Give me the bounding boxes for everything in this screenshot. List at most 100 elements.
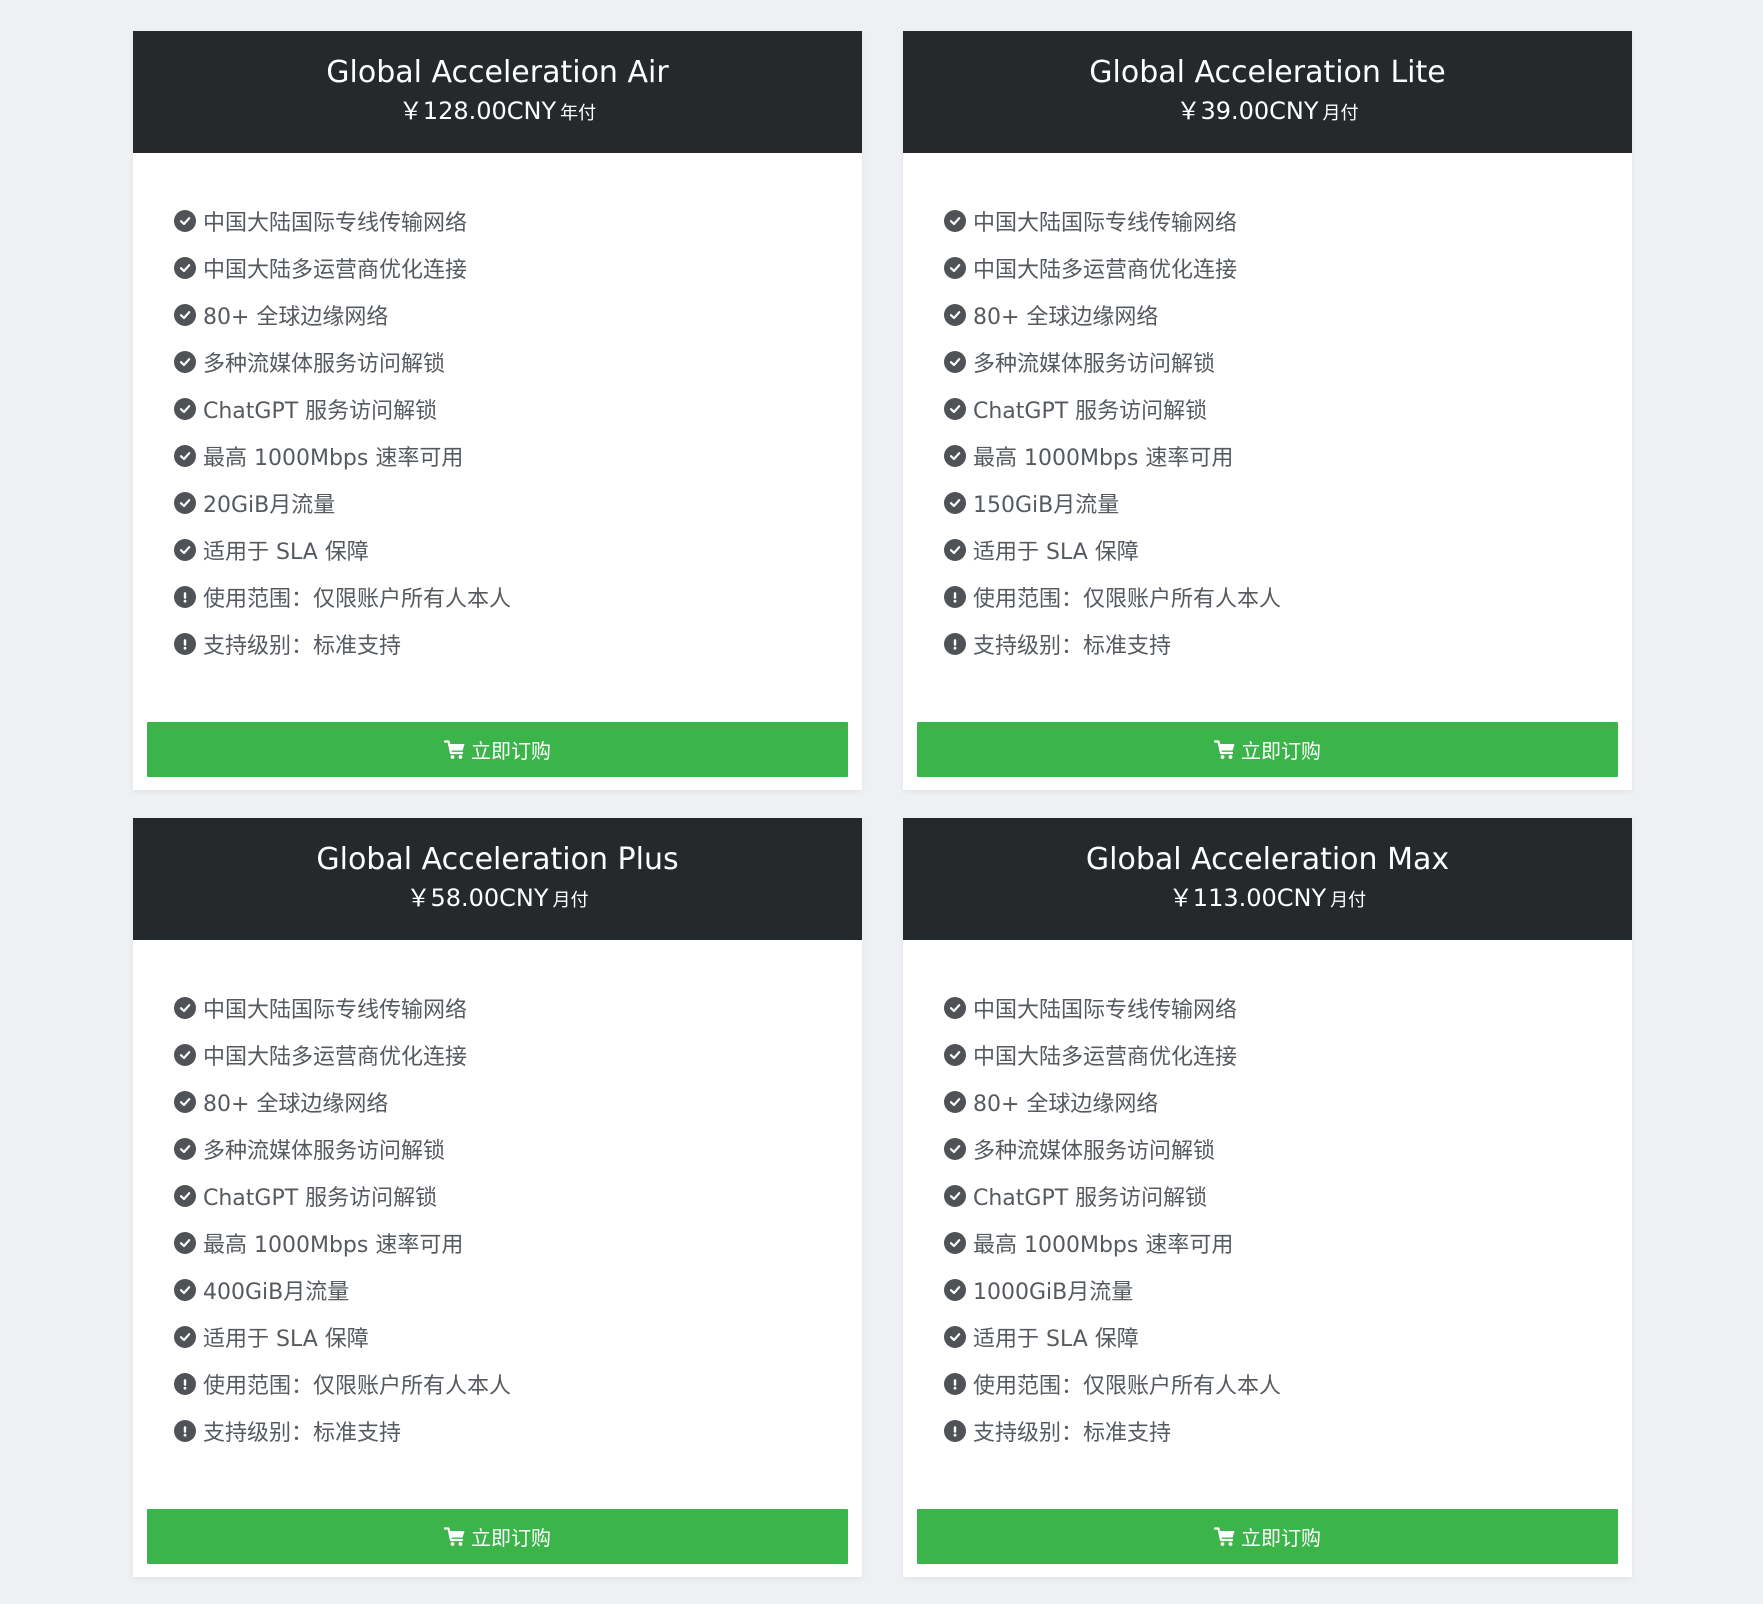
feature-item: ChatGPT 服务访问解锁 — [944, 1172, 1632, 1219]
order-button-label: 立即订购 — [1241, 739, 1321, 763]
order-button-label: 立即订购 — [1241, 1526, 1321, 1550]
feature-item: 中国大陆国际专线传输网络 — [174, 197, 862, 244]
feature-item: 使用范围：仅限账户所有人本人 — [944, 1360, 1632, 1407]
plan-name: Global Acceleration Plus — [316, 842, 679, 877]
check-circle-icon — [944, 1278, 966, 1301]
feature-text: 80+ 全球边缘网络 — [973, 1091, 1159, 1117]
feature-text: 使用范围：仅限账户所有人本人 — [203, 1373, 512, 1399]
check-circle-icon — [174, 1137, 196, 1160]
feature-text: 最高 1000Mbps 速率可用 — [973, 445, 1234, 471]
feature-item: 支持级别：标准支持 — [944, 620, 1632, 667]
billing-cycle: 月付 — [1330, 890, 1367, 911]
price-amount: ￥113.00CNY — [1168, 884, 1327, 912]
exclamation-circle-icon — [944, 632, 966, 655]
feature-item: 多种流媒体服务访问解锁 — [174, 1125, 862, 1172]
feature-text: 80+ 全球边缘网络 — [973, 304, 1159, 330]
feature-item: 使用范围：仅限账户所有人本人 — [174, 1360, 862, 1407]
feature-text: 支持级别：标准支持 — [203, 1420, 402, 1446]
feature-text: ChatGPT 服务访问解锁 — [973, 1185, 1208, 1211]
plan-name: Global Acceleration Lite — [1089, 55, 1446, 90]
feature-item: 中国大陆国际专线传输网络 — [174, 984, 862, 1031]
feature-item: 适用于 SLA 保障 — [174, 1313, 862, 1360]
feature-text: ChatGPT 服务访问解锁 — [203, 398, 438, 424]
feature-item: 使用范围：仅限账户所有人本人 — [944, 573, 1632, 620]
billing-cycle: 月付 — [1322, 103, 1359, 124]
feature-text: 适用于 SLA 保障 — [203, 1326, 369, 1352]
exclamation-circle-icon — [944, 1372, 966, 1395]
feature-item: 多种流媒体服务访问解锁 — [174, 338, 862, 385]
feature-text: 多种流媒体服务访问解锁 — [973, 351, 1216, 377]
check-circle-icon — [174, 1043, 196, 1066]
feature-text: 最高 1000Mbps 速率可用 — [973, 1232, 1234, 1258]
check-circle-icon — [944, 1043, 966, 1066]
feature-text: 中国大陆多运营商优化连接 — [203, 257, 468, 283]
plan-name: Global Acceleration Max — [1085, 842, 1450, 877]
check-circle-icon — [174, 1231, 196, 1254]
feature-item: 支持级别：标准支持 — [174, 1407, 862, 1454]
price-amount: ￥39.00CNY — [1176, 97, 1319, 125]
check-circle-icon — [944, 996, 966, 1019]
order-now-button[interactable]: 立即订购 — [147, 1509, 848, 1564]
check-circle-icon — [944, 209, 966, 232]
check-circle-icon — [174, 209, 196, 232]
feature-item: 支持级别：标准支持 — [174, 620, 862, 667]
exclamation-circle-icon — [174, 1419, 196, 1442]
price-amount: ￥128.00CNY — [398, 97, 557, 125]
feature-item: 最高 1000Mbps 速率可用 — [174, 1219, 862, 1266]
exclamation-circle-icon — [944, 585, 966, 608]
order-now-button[interactable]: 立即订购 — [917, 1509, 1618, 1564]
feature-text: 使用范围：仅限账户所有人本人 — [203, 586, 512, 612]
exclamation-circle-icon — [944, 1419, 966, 1442]
order-now-button[interactable]: 立即订购 — [917, 722, 1618, 777]
feature-item: 中国大陆国际专线传输网络 — [944, 197, 1632, 244]
feature-item: 80+ 全球边缘网络 — [174, 1078, 862, 1125]
feature-item: 中国大陆国际专线传输网络 — [944, 984, 1632, 1031]
check-circle-icon — [944, 350, 966, 373]
plan-price: ￥58.00CNY 月付 — [133, 882, 862, 917]
feature-item: 适用于 SLA 保障 — [944, 1313, 1632, 1360]
feature-item: 中国大陆多运营商优化连接 — [174, 1031, 862, 1078]
feature-item: 20GiB月流量 — [174, 479, 862, 526]
feature-item: 最高 1000Mbps 速率可用 — [944, 1219, 1632, 1266]
feature-text: 中国大陆国际专线传输网络 — [203, 997, 468, 1023]
feature-item: 400GiB月流量 — [174, 1266, 862, 1313]
plan-card-air: Global Acceleration Air ￥128.00CNY 年付 中国大… — [133, 31, 862, 790]
feature-item: 1000GiB月流量 — [944, 1266, 1632, 1313]
plan-card-plus: Global Acceleration Plus ￥58.00CNY 月付 中国大… — [133, 818, 862, 1577]
billing-cycle: 年付 — [560, 103, 597, 124]
plan-header: Global Acceleration Plus ￥58.00CNY 月付 — [133, 818, 862, 940]
feature-text: 最高 1000Mbps 速率可用 — [203, 445, 464, 471]
feature-item: 中国大陆多运营商优化连接 — [944, 1031, 1632, 1078]
plan-header: Global Acceleration Max ￥113.00CNY 月付 — [903, 818, 1632, 940]
feature-item: 80+ 全球边缘网络 — [174, 291, 862, 338]
feature-text: 使用范围：仅限账户所有人本人 — [973, 1373, 1282, 1399]
order-now-button[interactable]: 立即订购 — [147, 722, 848, 777]
feature-text: 80+ 全球边缘网络 — [203, 1091, 389, 1117]
check-circle-icon — [174, 350, 196, 373]
order-button-label: 立即订购 — [471, 739, 551, 763]
shopping-cart-icon — [1214, 739, 1236, 760]
feature-text: 中国大陆多运营商优化连接 — [973, 1044, 1238, 1070]
order-button-label: 立即订购 — [471, 1526, 551, 1550]
feature-text: 最高 1000Mbps 速率可用 — [203, 1232, 464, 1258]
check-circle-icon — [944, 1184, 966, 1207]
feature-list: 中国大陆国际专线传输网络 中国大陆多运营商优化连接 80+ 全球边缘网络 多种流… — [903, 940, 1632, 1454]
plan-price: ￥39.00CNY 月付 — [903, 95, 1632, 130]
check-circle-icon — [944, 1137, 966, 1160]
feature-text: 中国大陆国际专线传输网络 — [973, 997, 1238, 1023]
feature-text: 中国大陆国际专线传输网络 — [973, 210, 1238, 236]
shopping-cart-icon — [1214, 1526, 1236, 1547]
feature-text: 支持级别：标准支持 — [973, 1420, 1172, 1446]
check-circle-icon — [944, 397, 966, 420]
feature-text: 支持级别：标准支持 — [973, 633, 1172, 659]
feature-text: 20GiB月流量 — [203, 492, 336, 518]
feature-text: 150GiB月流量 — [973, 492, 1120, 518]
shopping-cart-icon — [444, 1526, 466, 1547]
feature-text: 适用于 SLA 保障 — [973, 1326, 1139, 1352]
check-circle-icon — [944, 1090, 966, 1113]
check-circle-icon — [174, 256, 196, 279]
feature-item: 适用于 SLA 保障 — [174, 526, 862, 573]
feature-item: 多种流媒体服务访问解锁 — [944, 1125, 1632, 1172]
check-circle-icon — [174, 1278, 196, 1301]
feature-text: 中国大陆国际专线传输网络 — [203, 210, 468, 236]
